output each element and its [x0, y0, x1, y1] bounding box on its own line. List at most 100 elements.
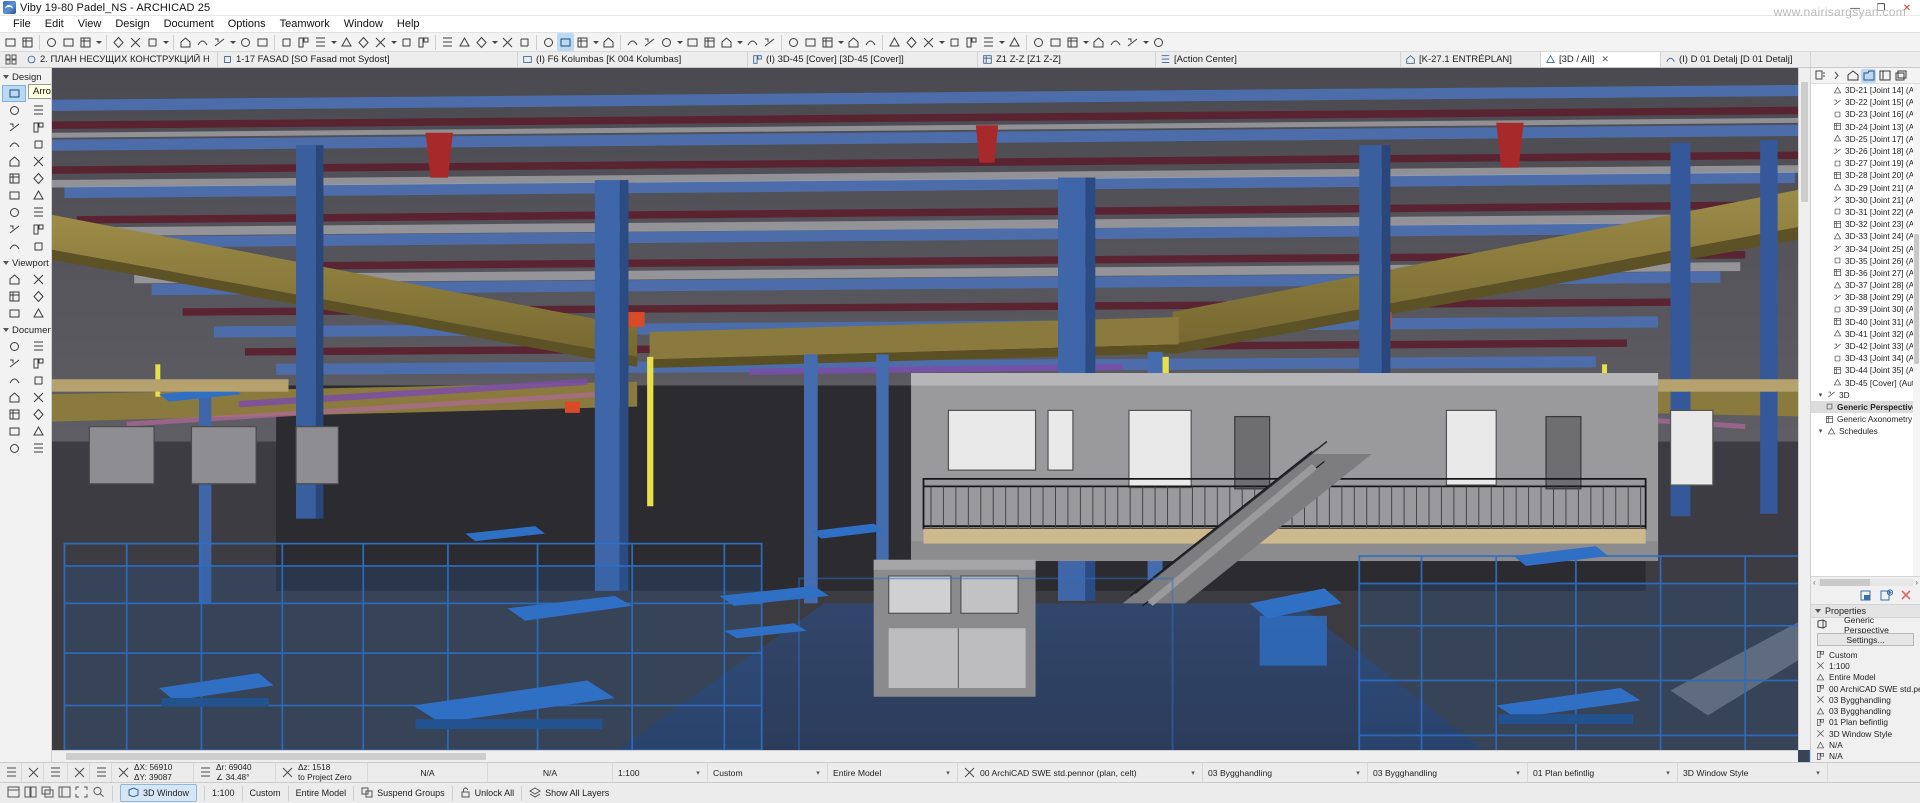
- navigator-tree-item[interactable]: 3D-45 [Cover] (Auto-r: [1811, 377, 1920, 389]
- close-button[interactable]: ✕: [1894, 0, 1920, 16]
- minimize-button[interactable]: —: [1842, 0, 1868, 16]
- toolbar-dropdown-caret[interactable]: [161, 33, 170, 51]
- palette-icon[interactable]: [58, 786, 71, 800]
- document-tab[interactable]: [Action Center]: [1156, 52, 1401, 67]
- zone-icon[interactable]: [641, 33, 658, 51]
- info-bar-cell[interactable]: N/A: [488, 763, 613, 782]
- cascade-icon[interactable]: [41, 786, 54, 800]
- skylight-tool-icon[interactable]: [26, 119, 50, 136]
- zone-tool-icon[interactable]: [2, 238, 26, 255]
- toolbar-dropdown-caret[interactable]: [735, 33, 744, 51]
- arrow-active-icon[interactable]: [1030, 33, 1047, 51]
- link-icon[interactable]: [862, 33, 879, 51]
- info-bar-cell[interactable]: 3D Window Style ▾: [1678, 763, 1828, 782]
- delete-view-icon[interactable]: [1900, 589, 1912, 604]
- suspend-groups-cell[interactable]: Suspend Groups: [354, 783, 452, 803]
- property-row[interactable]: 03 Bygghandling: [1811, 694, 1920, 705]
- roof-icon[interactable]: [415, 33, 432, 51]
- camera-tool-icon[interactable]: [26, 305, 50, 322]
- property-row[interactable]: Entire Model: [1811, 672, 1920, 683]
- info-bar-cell[interactable]: Δz: 1518 to Project Zero: [276, 763, 368, 782]
- circle-tool-icon[interactable]: [26, 406, 50, 423]
- no-snap-icon[interactable]: [1064, 33, 1081, 51]
- grid-snap-icon[interactable]: [177, 33, 194, 51]
- toolbar-dropdown-caret[interactable]: [937, 33, 946, 51]
- padlock-icon[interactable]: [1006, 33, 1023, 51]
- tree-scrollbar[interactable]: [1913, 84, 1920, 577]
- navigator-tree-item[interactable]: 3D-22 [Joint 15] (Auto: [1811, 96, 1920, 108]
- label-tool-icon[interactable]: [2, 372, 26, 389]
- navigator-tree-item[interactable]: 3D-21 [Joint 14] (Auto: [1811, 84, 1920, 96]
- navigator-tree-item[interactable]: 3D-41 [Joint 32] (Auto: [1811, 328, 1920, 340]
- menu-document[interactable]: Document: [157, 16, 221, 32]
- property-row[interactable]: Custom: [1811, 649, 1920, 660]
- railing-icon[interactable]: [684, 33, 701, 51]
- chevron-down-icon[interactable]: ▾: [1817, 427, 1824, 435]
- chevron-down-icon[interactable]: ▾: [1814, 769, 1822, 777]
- view-map-icon[interactable]: [1861, 68, 1876, 83]
- toolbar-dropdown-caret[interactable]: [329, 33, 338, 51]
- arrow-tool-icon[interactable]: [2, 85, 26, 102]
- 3d-model-render[interactable]: [52, 68, 1810, 762]
- fit-icon[interactable]: [75, 786, 88, 800]
- info-bar-cell[interactable]: 01 Plan befintlig ▾: [1528, 763, 1678, 782]
- navigator-menu-icon[interactable]: [1813, 69, 1828, 83]
- navigator-tree-item[interactable]: 3D-29 [Joint 21] (Auto: [1811, 182, 1920, 194]
- dimension-tool-icon[interactable]: [2, 338, 26, 355]
- navigator-tree-item[interactable]: Generic Axonometry: [1811, 413, 1920, 425]
- railing-tool-icon[interactable]: [26, 204, 50, 221]
- property-row[interactable]: 01 Plan befintlig: [1811, 717, 1920, 728]
- navigator-tree-item[interactable]: 3D-23 [Joint 16] (Auto: [1811, 108, 1920, 120]
- eyedropper-icon[interactable]: [60, 33, 77, 51]
- measure-tool-icon[interactable]: [110, 33, 127, 51]
- window-tool-icon[interactable]: [2, 119, 26, 136]
- elevation-tool-icon[interactable]: [26, 271, 50, 288]
- navigator-tree-item[interactable]: 3D-35 [Joint 26] (Auto: [1811, 255, 1920, 267]
- stair-icon[interactable]: [658, 33, 675, 51]
- toolbar-dropdown-caret[interactable]: [675, 33, 684, 51]
- scroll-left-arrow[interactable]: ‹: [1813, 578, 1816, 587]
- publisher-sets-icon[interactable]: [1893, 69, 1908, 83]
- detail-icon[interactable]: [516, 33, 533, 51]
- viewport-horizontal-scrollbar[interactable]: [52, 750, 1798, 762]
- camera-icon[interactable]: [557, 33, 574, 51]
- perpendicular-icon[interactable]: [1150, 33, 1167, 51]
- property-row[interactable]: N/A: [1811, 751, 1920, 762]
- view-style-cell[interactable]: Custom: [243, 783, 288, 803]
- detail-tool-icon[interactable]: [2, 305, 26, 322]
- chevron-down-icon[interactable]: ▾: [1817, 391, 1824, 399]
- dimension-icon[interactable]: [127, 33, 144, 51]
- h-scroll-track[interactable]: [1817, 579, 1914, 587]
- navigator-tree-item[interactable]: 3D-42 [Joint 33] (Auto: [1811, 340, 1920, 352]
- navigator-tree-item[interactable]: 3D-33 [Joint 24] (Auto: [1811, 230, 1920, 242]
- info-bar-cell[interactable]: Custom ▾: [708, 763, 828, 782]
- menu-teamwork[interactable]: Teamwork: [273, 16, 337, 32]
- info-bar-cell[interactable]: 03 Bygghandling ▾: [1368, 763, 1528, 782]
- section-icon[interactable]: [456, 33, 473, 51]
- lock-icon[interactable]: [254, 33, 271, 51]
- info-bar-cell[interactable]: Entire Model ▾: [828, 763, 958, 782]
- tab-close-icon[interactable]: ✕: [1601, 54, 1609, 65]
- info-bar-cell[interactable]: 1:100 ▾: [613, 763, 708, 782]
- navigator-tree-item[interactable]: 3D-31 [Joint 22] (Auto: [1811, 206, 1920, 218]
- trim-icon[interactable]: [278, 33, 295, 51]
- document-tab[interactable]: (I) 3D-45 [Cover] [3D-45 [Cover]]: [748, 52, 978, 67]
- info-bar-cell[interactable]: [68, 763, 90, 782]
- navigator-tree[interactable]: 3D-21 [Joint 14] (Auto 3D-22 [Joint 15] (…: [1811, 84, 1920, 578]
- toolbox-section-document[interactable]: Document: [0, 323, 51, 337]
- magic-wand-icon[interactable]: [295, 33, 312, 51]
- 3d-doc-icon[interactable]: [499, 33, 516, 51]
- model-cell[interactable]: Entire Model: [289, 783, 354, 803]
- chevron-down-icon[interactable]: ▾: [1664, 769, 1672, 777]
- grid-icon[interactable]: [903, 33, 920, 51]
- toolbar-dropdown-caret[interactable]: [591, 33, 600, 51]
- door-tool-icon[interactable]: [26, 102, 50, 119]
- text-tool-icon[interactable]: [26, 355, 50, 372]
- menu-edit[interactable]: Edit: [38, 16, 71, 32]
- navigator-tree-item[interactable]: 3D-27 [Joint 19] (Auto: [1811, 157, 1920, 169]
- intersect-icon[interactable]: [338, 33, 355, 51]
- navigator-tree-item[interactable]: 3D-32 [Joint 23] (Auto: [1811, 218, 1920, 230]
- chevron-down-icon[interactable]: ▾: [1189, 769, 1197, 777]
- navigator-tree-item[interactable]: 3D-44 [Joint 35] (Auto: [1811, 364, 1920, 376]
- navigator-tree-item[interactable]: 3D-39 [Joint 30] (Auto: [1811, 303, 1920, 315]
